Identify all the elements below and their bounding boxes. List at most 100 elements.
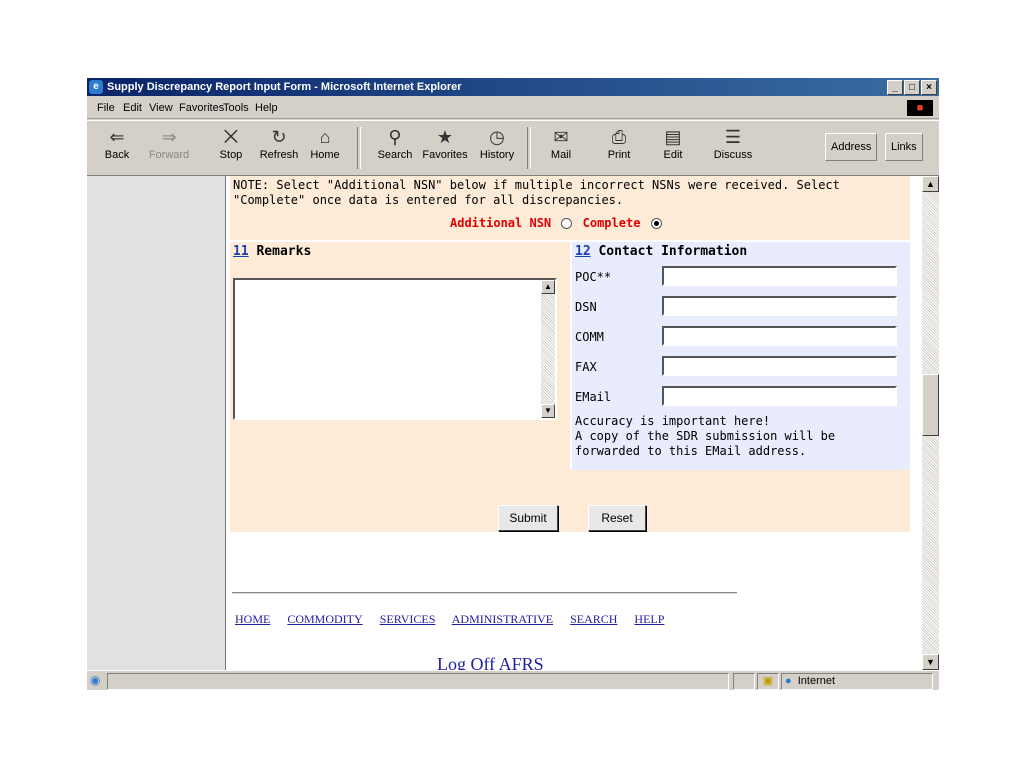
footer-link-commodity[interactable]: COMMODITY xyxy=(287,612,362,626)
security-zone-cell: ● Internet xyxy=(781,673,933,690)
security-zone-label: Internet xyxy=(797,675,836,687)
footer-link-administrative[interactable]: ADMINISTRATIVE xyxy=(452,612,553,626)
stop-label: Stop xyxy=(219,149,243,161)
remarks-number-link[interactable]: 11 xyxy=(233,244,249,259)
remarks-textarea[interactable]: ▲ ▼ xyxy=(233,278,557,420)
fax-label: FAX xyxy=(575,360,597,374)
remarks-scrollbar[interactable]: ▲ ▼ xyxy=(541,280,555,418)
print-button[interactable]: ⎙ Print xyxy=(595,125,643,161)
search-button[interactable]: ⚲ Search xyxy=(371,125,419,161)
contact-number-link[interactable]: 12 xyxy=(575,244,591,259)
completion-radio-group: Additional NSN Complete xyxy=(450,216,665,231)
poc-label: POC** xyxy=(575,270,612,284)
history-button[interactable]: ◷ History xyxy=(473,125,521,161)
footer-link-services[interactable]: SERVICES xyxy=(380,612,436,626)
status-cell xyxy=(733,673,755,690)
stop-button[interactable]: ⨉ Stop xyxy=(207,125,255,161)
page-scroll-thumb[interactable] xyxy=(922,374,939,436)
edit-button[interactable]: ▤ Edit xyxy=(649,125,697,161)
discrepancy-note: NOTE: Select "Additional NSN" below if m… xyxy=(230,176,910,240)
favorites-button[interactable]: ★ Favorites xyxy=(421,125,469,161)
forward-button[interactable]: ⇒ Forward xyxy=(145,125,193,161)
additional-nsn-radio[interactable] xyxy=(561,218,573,229)
mail-icon: ✉ xyxy=(553,127,569,147)
minimize-button[interactable]: _ xyxy=(887,80,903,95)
refresh-label: Refresh xyxy=(259,149,299,161)
discuss-label: Discuss xyxy=(713,149,753,161)
mail-button[interactable]: ✉ Mail xyxy=(537,125,585,161)
menu-view[interactable]: View xyxy=(149,102,173,114)
dsn-input[interactable] xyxy=(662,296,897,316)
standard-toolbar: ⇐ Back ⇒ Forward ⨉ Stop ↻ Refresh ⌂ Home… xyxy=(87,120,939,176)
close-button[interactable]: × xyxy=(921,80,937,95)
contact-note-line-1: Accuracy is important here! xyxy=(575,414,771,428)
dsn-label: DSN xyxy=(575,300,597,314)
status-bar: ◉ ▣ ● Internet xyxy=(87,670,939,691)
menu-edit[interactable]: Edit xyxy=(123,102,142,114)
page-scrollbar[interactable]: ▲ ▼ xyxy=(922,176,939,670)
forward-arrow-icon: ⇒ xyxy=(161,127,177,147)
submit-button[interactable]: Submit xyxy=(498,505,558,531)
contact-header: 12 Contact Information xyxy=(575,244,747,259)
footer-divider xyxy=(232,592,737,594)
page-content: NOTE: Select "Additional NSN" below if m… xyxy=(87,176,922,670)
email-input[interactable] xyxy=(662,386,897,406)
reset-button[interactable]: Reset xyxy=(588,505,646,531)
left-navigation-panel xyxy=(87,176,226,670)
contact-note-line-2: A copy of the SDR submission will be xyxy=(575,429,836,443)
toolbar-separator xyxy=(527,127,531,169)
back-arrow-icon: ⇐ xyxy=(109,127,125,147)
note-text: NOTE: Select "Additional NSN" below if m… xyxy=(233,178,840,207)
scroll-up-arrow-icon[interactable]: ▲ xyxy=(541,280,555,294)
contact-information-section: 12 Contact Information POC** DSN COMM FA… xyxy=(572,242,910,470)
stop-icon: ⨉ xyxy=(223,127,239,147)
discuss-button[interactable]: ☰ Discuss xyxy=(709,125,757,161)
back-label: Back xyxy=(104,149,130,161)
log-off-link[interactable]: Log Off AFRS xyxy=(437,654,544,670)
refresh-icon: ↻ xyxy=(271,127,287,147)
menu-favorites[interactable]: Favorites xyxy=(179,102,224,114)
comm-input[interactable] xyxy=(662,326,897,346)
remarks-header: 11 Remarks xyxy=(233,244,311,259)
globe-icon: ● xyxy=(785,675,792,687)
page-scroll-down-arrow-icon[interactable]: ▼ xyxy=(922,654,939,670)
menu-bar: File Edit View Favorites Tools Help ■ xyxy=(87,98,939,119)
complete-label: Complete xyxy=(582,216,641,230)
favorites-icon: ★ xyxy=(436,127,454,147)
window-title: Supply Discrepancy Report Input Form - M… xyxy=(107,81,462,93)
menu-tools[interactable]: Tools xyxy=(223,102,249,114)
back-button[interactable]: ⇐ Back xyxy=(93,125,141,161)
page-scroll-up-arrow-icon[interactable]: ▲ xyxy=(922,176,939,192)
refresh-button[interactable]: ↻ Refresh xyxy=(255,125,303,161)
scroll-down-arrow-icon[interactable]: ▼ xyxy=(541,404,555,418)
contact-note-line-3: forwarded to this EMail address. xyxy=(575,444,807,458)
fax-input[interactable] xyxy=(662,356,897,376)
home-button[interactable]: ⌂ Home xyxy=(301,125,349,161)
links-bar-label[interactable]: Links xyxy=(885,133,923,161)
remarks-label: Remarks xyxy=(256,244,312,259)
contact-accuracy-note: Accuracy is important here! A copy of th… xyxy=(575,414,905,459)
favorites-label: Favorites xyxy=(422,149,468,161)
footer-link-help[interactable]: HELP xyxy=(634,612,664,626)
history-label: History xyxy=(479,149,515,161)
home-label: Home xyxy=(310,149,340,161)
footer-links: HOME COMMODITY SERVICES ADMINISTRATIVE S… xyxy=(235,612,678,627)
status-text-cell xyxy=(107,673,729,690)
footer-link-search[interactable]: SEARCH xyxy=(570,612,617,626)
menu-file[interactable]: File xyxy=(97,102,115,114)
address-bar-label[interactable]: Address xyxy=(825,133,878,161)
home-icon: ⌂ xyxy=(319,127,331,147)
title-bar: e Supply Discrepancy Report Input Form -… xyxy=(87,78,939,96)
complete-radio[interactable] xyxy=(650,218,662,229)
lock-icon: ▣ xyxy=(757,673,779,690)
footer-link-home[interactable]: HOME xyxy=(235,612,270,626)
contact-label: Contact Information xyxy=(598,244,748,259)
ie-logo-icon: e xyxy=(89,80,103,94)
maximize-button[interactable]: □ xyxy=(904,80,920,95)
poc-input[interactable] xyxy=(662,266,897,286)
discuss-icon: ☰ xyxy=(724,127,742,147)
search-icon: ⚲ xyxy=(388,127,402,147)
search-label: Search xyxy=(377,149,413,161)
history-icon: ◷ xyxy=(489,127,505,147)
menu-help[interactable]: Help xyxy=(255,102,278,114)
